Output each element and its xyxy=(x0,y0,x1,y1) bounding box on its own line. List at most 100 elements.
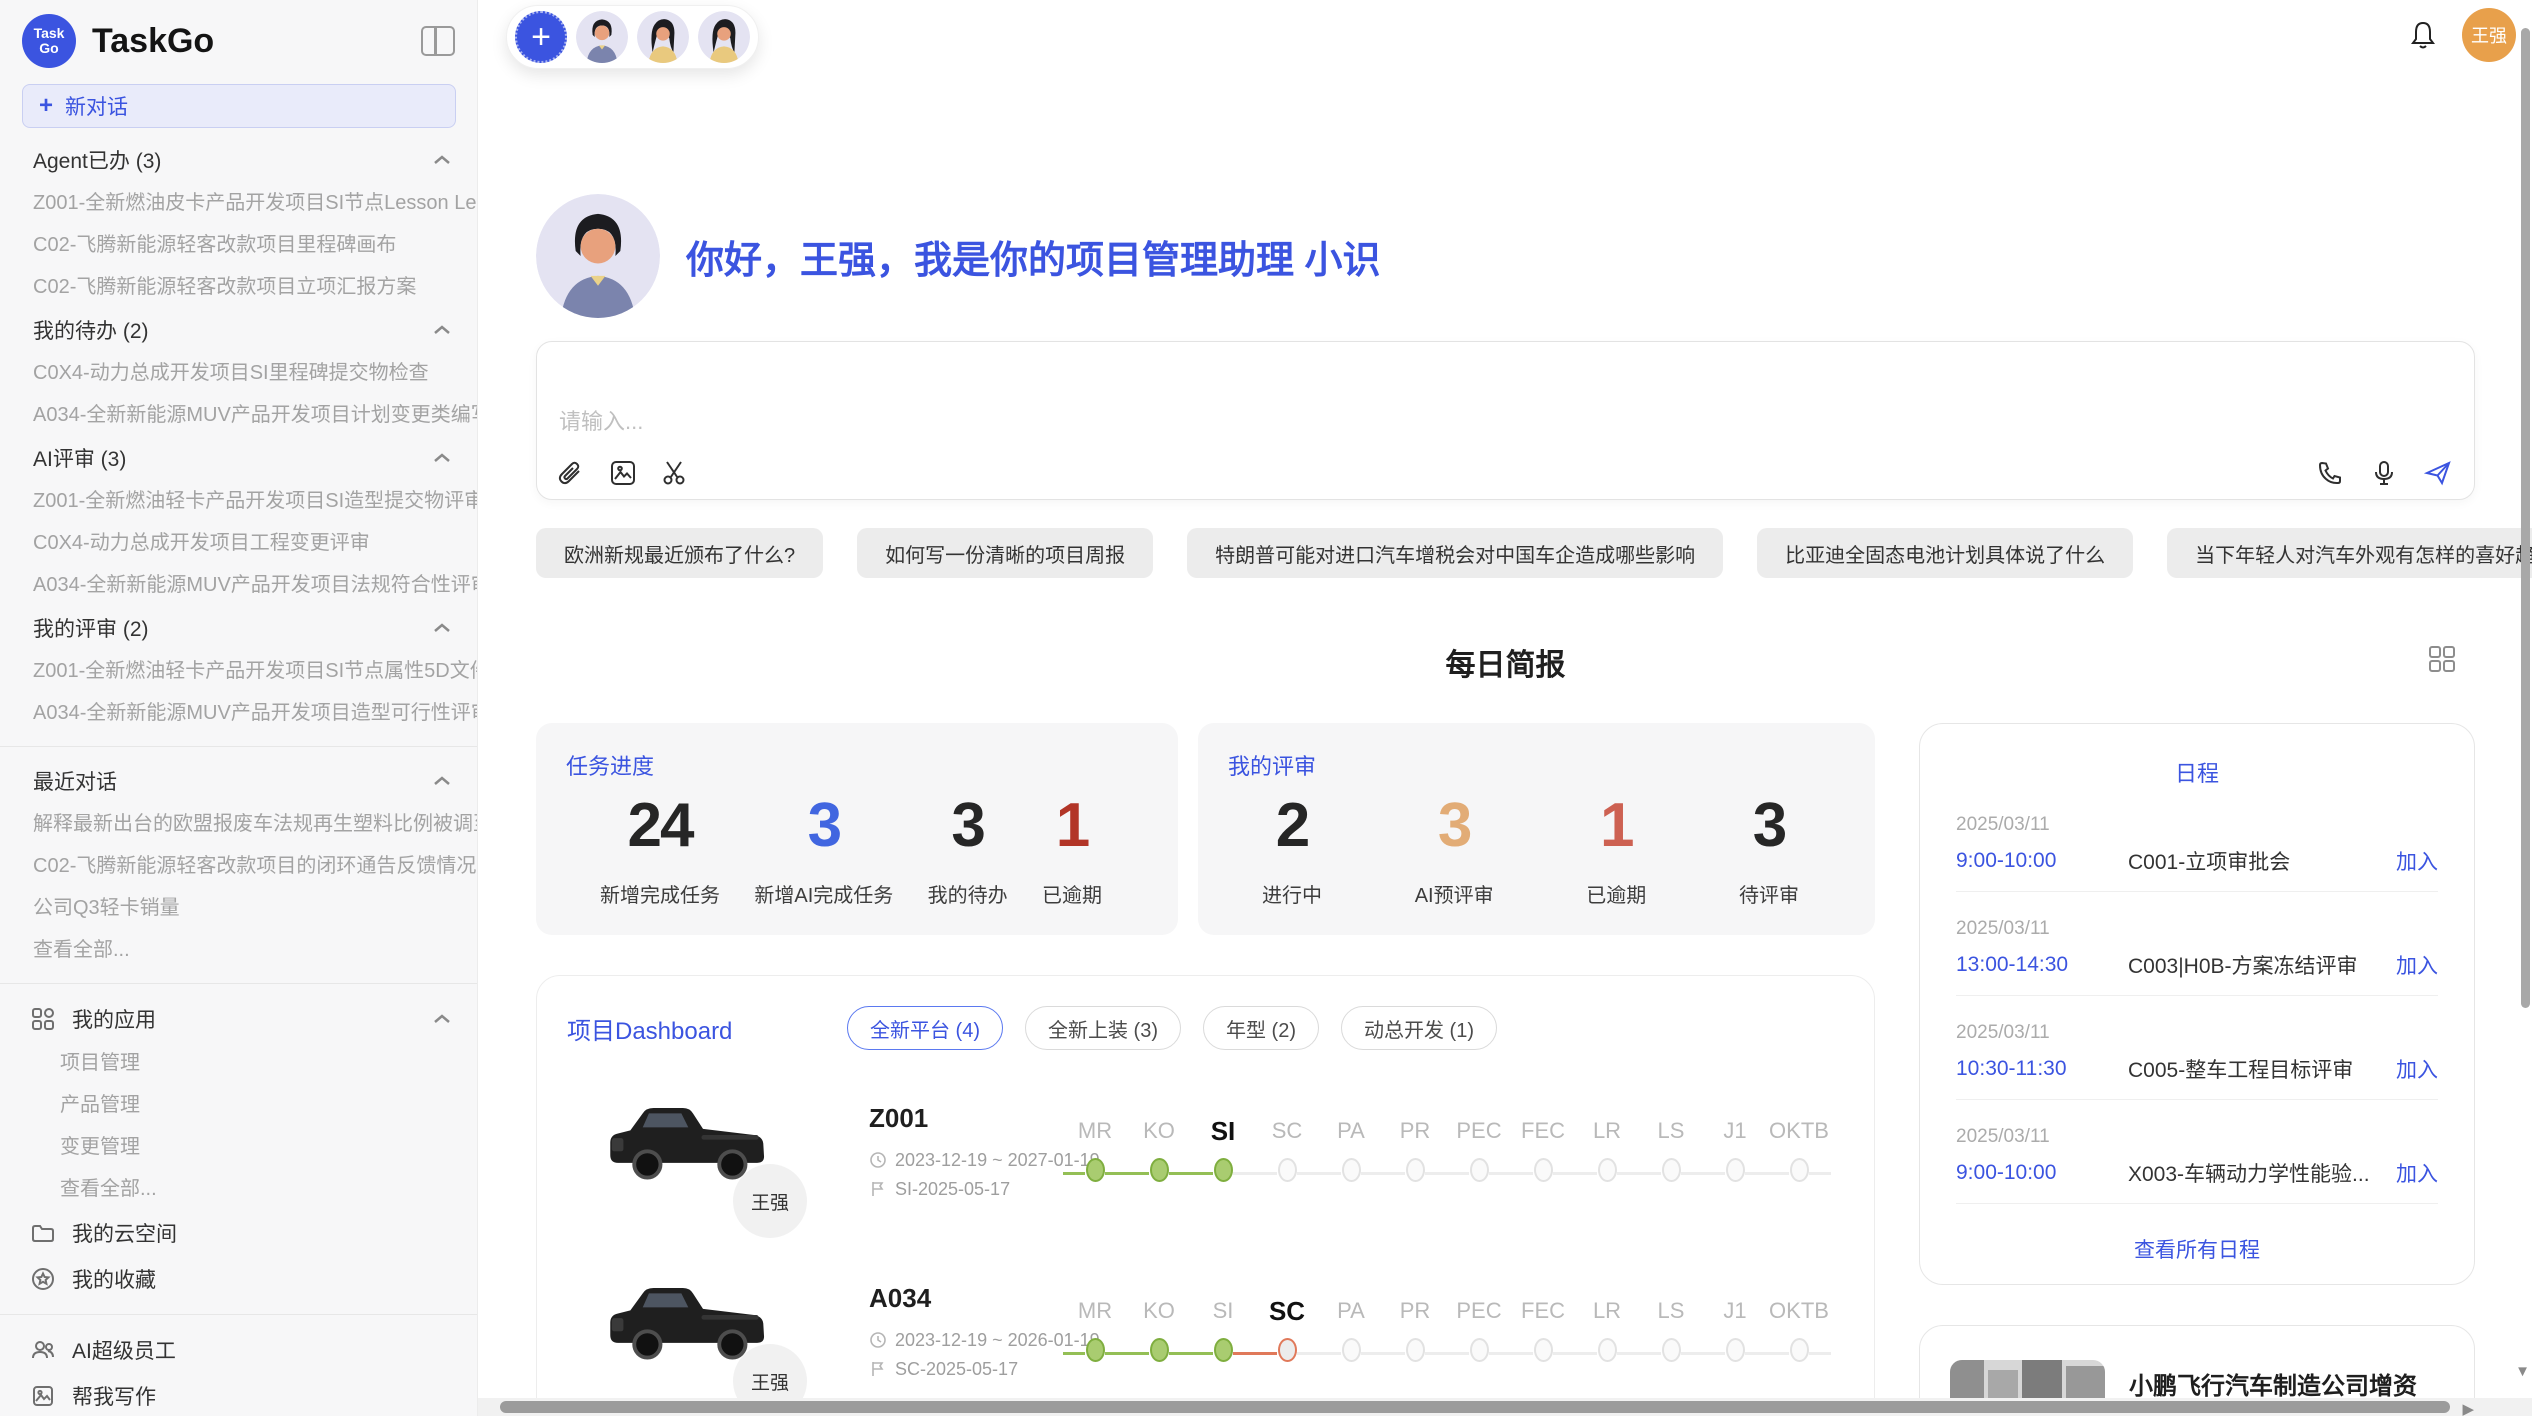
sidebar-item[interactable]: C02-飞腾新能源轻客改款项目的闭环通告反馈情况 xyxy=(0,845,477,887)
sidebar-item-help-writing[interactable]: 帮我写作 xyxy=(0,1373,477,1416)
milestone-label: PA xyxy=(1319,1289,1383,1333)
sidebar-item[interactable]: 解释最新出台的欧盟报废车法规再生塑料比例被调至15%... xyxy=(0,803,477,845)
sidebar-item[interactable]: A034-全新新能源MUV产品开发项目法规符合性评审 xyxy=(0,564,477,606)
new-chat-button[interactable]: + 新对话 xyxy=(22,84,456,128)
sidebar-item[interactable]: A034-全新新能源MUV产品开发项目造型可行性评审 xyxy=(0,692,477,734)
sidebar-item[interactable]: Z001-全新燃油皮卡产品开发项目SI节点Lesson Learn报告 xyxy=(0,182,477,224)
cloud-space-label: 我的云空间 xyxy=(72,1218,451,1248)
phone-icon[interactable] xyxy=(2316,459,2344,487)
sidebar-item[interactable]: 公司Q3轻卡销量 xyxy=(0,887,477,929)
section-my-review[interactable]: 我的评审 (2) xyxy=(0,606,477,650)
daily-brief-title: 每日简报 xyxy=(536,640,2475,684)
milestone-dot xyxy=(1534,1338,1553,1362)
section-title: 我的评审 (2) xyxy=(33,613,149,643)
sidebar-item[interactable]: C0X4-动力总成开发项目SI里程碑提交物检查 xyxy=(0,352,477,394)
sidebar-item[interactable]: 查看全部... xyxy=(0,929,477,971)
stat-item: 1 已逾期 xyxy=(1586,787,1646,908)
sidebar-item[interactable]: Z001-全新燃油轻卡产品开发项目SI造型提交物评审 xyxy=(0,480,477,522)
view-all-schedule-link[interactable]: 查看所有日程 xyxy=(1956,1234,2438,1264)
stat-item: 1 已逾期 xyxy=(1042,787,1102,908)
milestone-dot xyxy=(1150,1338,1169,1362)
sidebar-item-cloud-space[interactable]: 我的云空间 xyxy=(0,1210,477,1256)
bell-icon[interactable] xyxy=(2408,19,2438,51)
stat-item: 3 新增AI完成任务 xyxy=(754,787,893,908)
sidebar-item[interactable]: C02-飞腾新能源轻客改款项目立项汇报方案 xyxy=(0,266,477,308)
chevron-up-icon xyxy=(433,1014,451,1024)
image-icon[interactable] xyxy=(609,459,637,487)
section-ai-review[interactable]: AI评审 (3) xyxy=(0,436,477,480)
stat-label: 已逾期 xyxy=(1042,879,1102,908)
sidebar-list: Agent已办 (3) Z001-全新燃油皮卡产品开发项目SI节点Lesson … xyxy=(0,128,477,1416)
sidebar-item[interactable]: Z001-全新燃油轻卡产品开发项目SI节点属性5D文件评审 xyxy=(0,650,477,692)
join-link[interactable]: 加入 xyxy=(2396,846,2438,876)
schedule-date: 2025/03/11 xyxy=(1956,814,2438,836)
task-progress-card: 任务进度 24 新增完成任务 3 xyxy=(536,723,1178,935)
chat-input[interactable]: 请输入... xyxy=(536,341,2475,500)
join-link[interactable]: 加入 xyxy=(2396,1158,2438,1188)
sidebar-app-item[interactable]: 变更管理 xyxy=(0,1126,477,1168)
milestone-label: LR xyxy=(1575,1109,1639,1153)
dashboard-tab[interactable]: 全新平台 (4) xyxy=(847,1006,1003,1050)
suggestion-chip[interactable]: 当下年轻人对汽车外观有怎样的喜好趋势 xyxy=(2167,528,2532,578)
sidebar-item-my-apps[interactable]: 我的应用 xyxy=(0,996,477,1042)
suggestion-chip[interactable]: 特朗普可能对进口汽车增税会对中国车企造成哪些影响 xyxy=(1187,528,1723,578)
vertical-scrollbar[interactable]: ▼ xyxy=(2518,0,2530,1398)
milestone-dot xyxy=(1086,1158,1105,1182)
news-title: 小鹏飞行汽车制造公司增资 xyxy=(2129,1366,2444,1401)
join-link[interactable]: 加入 xyxy=(2396,1054,2438,1084)
section-agent-done[interactable]: Agent已办 (3) xyxy=(0,138,477,182)
send-icon[interactable] xyxy=(2424,459,2452,487)
milestone-dot xyxy=(1662,1338,1681,1362)
agent-avatar-3[interactable] xyxy=(698,11,750,63)
milestone: PA xyxy=(1319,1289,1383,1373)
sidebar-item-ai-super-staff[interactable]: AI超级员工 xyxy=(0,1327,477,1373)
suggestion-chip[interactable]: 欧洲新规最近颁布了什么? xyxy=(536,528,823,578)
milestone-label: SI xyxy=(1191,1109,1255,1153)
suggestion-chip[interactable]: 比亚迪全固态电池计划具体说了什么 xyxy=(1757,528,2133,578)
scroll-down-arrow[interactable]: ▼ xyxy=(2515,1363,2530,1380)
section-my-todo[interactable]: 我的待办 (2) xyxy=(0,308,477,352)
sidebar-item[interactable]: C0X4-动力总成开发项目工程变更评审 xyxy=(0,522,477,564)
horizontal-scrollbar[interactable]: ▶ xyxy=(478,1398,2532,1416)
milestone-label: J1 xyxy=(1703,1289,1767,1333)
schedule-time: 9:00-10:00 xyxy=(1956,849,2128,873)
main-area: + 王强 你好，王强，我是你的项目管理助理 小识 请输入... xyxy=(478,0,2532,1416)
user-avatar[interactable]: 王强 xyxy=(2462,8,2516,62)
sidebar-app-item[interactable]: 查看全部... xyxy=(0,1168,477,1210)
dashboard-tab[interactable]: 动总开发 (1) xyxy=(1341,1006,1497,1050)
stat-label: 进行中 xyxy=(1262,879,1322,908)
sidebar-item[interactable]: A034-全新新能源MUV产品开发项目计划变更类编写 xyxy=(0,394,477,436)
project-info: Z001 2023-12-19 ~ 2027-01-19 SI-2025-05-… xyxy=(869,1103,1061,1200)
section-recent-chats[interactable]: 最近对话 xyxy=(0,759,477,803)
milestone-dot xyxy=(1342,1338,1361,1362)
project-row-a034[interactable]: 王强 A034 2023-12-19 ~ 2026-01-19 xyxy=(567,1252,1844,1410)
suggestion-chip[interactable]: 如何写一份清晰的项目周报 xyxy=(857,528,1153,578)
add-agent-button[interactable]: + xyxy=(515,11,567,63)
schedule-name: C003|H0B-方案冻结评审 xyxy=(2128,950,2396,980)
dashboard-tab[interactable]: 全新上装 (3) xyxy=(1025,1006,1181,1050)
clock-icon xyxy=(869,1331,887,1349)
microphone-icon[interactable] xyxy=(2370,459,2398,487)
agent-avatar-2[interactable] xyxy=(637,11,689,63)
milestone-label: MR xyxy=(1063,1109,1127,1153)
milestone-dot xyxy=(1150,1158,1169,1182)
layout-grid-icon[interactable] xyxy=(2427,644,2457,674)
my-review-title: 我的评审 xyxy=(1228,749,1825,781)
dashboard-tab[interactable]: 年型 (2) xyxy=(1203,1006,1319,1050)
vertical-scrollbar-thumb[interactable] xyxy=(2521,28,2530,1008)
horizontal-scrollbar-thumb[interactable] xyxy=(500,1401,2450,1413)
paperclip-icon[interactable] xyxy=(557,459,585,487)
join-link[interactable]: 加入 xyxy=(2396,950,2438,980)
sidebar-item-favorites[interactable]: 我的收藏 xyxy=(0,1256,477,1302)
sidebar-item[interactable]: C02-飞腾新能源轻客改款项目里程碑画布 xyxy=(0,224,477,266)
project-row-z001[interactable]: 王强 Z001 2023-12-19 ~ 2027-01-19 xyxy=(567,1072,1844,1230)
sidebar-app-item[interactable]: 项目管理 xyxy=(0,1042,477,1084)
schedule-time: 13:00-14:30 xyxy=(1956,953,2128,977)
agent-avatar-1[interactable] xyxy=(576,11,628,63)
sidebar-app-item[interactable]: 产品管理 xyxy=(0,1084,477,1126)
scroll-right-arrow[interactable]: ▶ xyxy=(2462,1400,2474,1416)
sidebar-collapse-icon[interactable] xyxy=(421,26,455,56)
scissors-icon[interactable] xyxy=(661,459,689,487)
stat-item: 3 待评审 xyxy=(1739,787,1799,908)
stat-label: 新增完成任务 xyxy=(600,879,720,908)
